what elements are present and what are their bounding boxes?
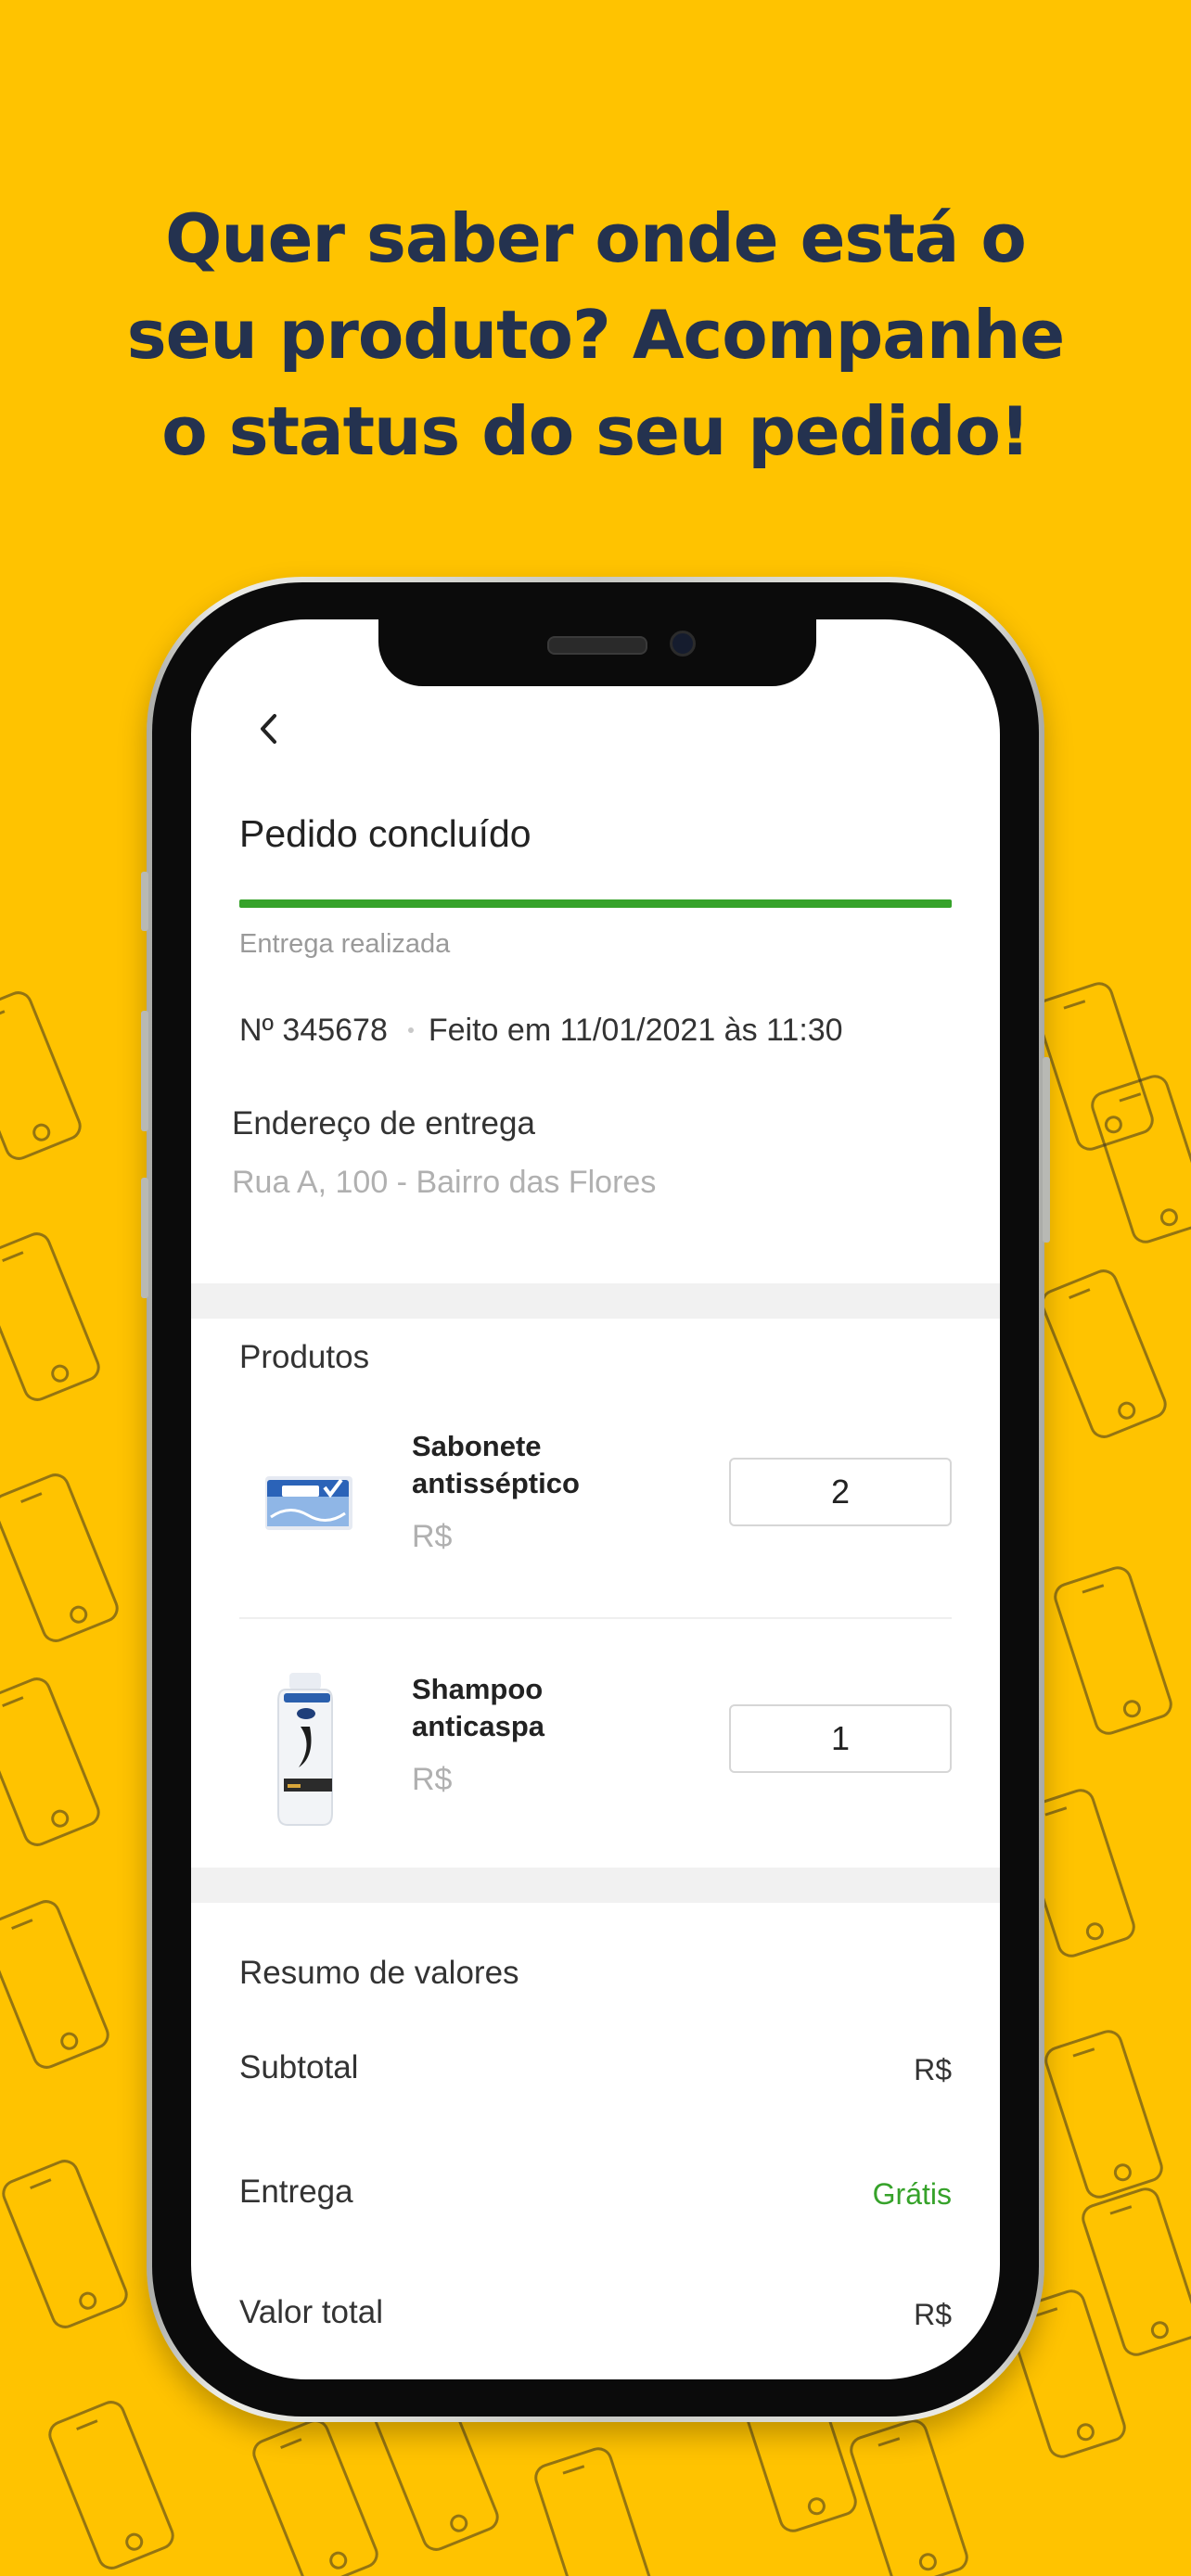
phone-outline-icon xyxy=(0,991,82,1160)
total-label: Valor total xyxy=(239,2294,383,2330)
subtotal-value: R$ xyxy=(914,2053,952,2086)
front-camera xyxy=(670,631,696,657)
volume-down-button xyxy=(141,1178,148,1298)
soap-bar-image xyxy=(239,1428,378,1586)
chevron-left-icon[interactable] xyxy=(252,710,289,747)
page-title: Pedido concluído xyxy=(239,812,531,855)
phone-outline-icon xyxy=(534,2447,653,2576)
product-name-line-1: Sabonete xyxy=(412,1430,542,1462)
phone-outline-icon xyxy=(1091,1075,1191,1243)
speaker-grille xyxy=(547,636,647,655)
delivery-address-label: Endereço de entrega xyxy=(232,1105,535,1141)
delivery-value: Grátis xyxy=(872,2177,952,2211)
phone-outline-icon xyxy=(1041,1269,1167,1438)
product-divider xyxy=(239,1617,952,1619)
headline-line-3: o status do seu pedido! xyxy=(161,392,1031,470)
phone-outline-icon xyxy=(2,2160,128,2328)
headline-line-1: Quer saber onde está o xyxy=(165,199,1027,277)
order-number: Nº 345678 xyxy=(239,1013,388,1048)
separator-dot xyxy=(407,1027,414,1034)
phone-outline-icon xyxy=(0,1232,100,1401)
product-name: Shampoo anticaspa xyxy=(412,1671,544,1745)
product-item: Sabonete antisséptico R$ 2 xyxy=(239,1428,952,1604)
phone-outline-icon xyxy=(0,1677,100,1846)
order-progress-bar xyxy=(239,899,952,908)
product-price: R$ xyxy=(412,1762,453,1797)
order-info: Nº 345678 Feito em 11/01/2021 às 11:30 xyxy=(239,1013,843,1049)
products-title: Produtos xyxy=(239,1339,370,1375)
product-name-line-2: anticaspa xyxy=(412,1710,545,1742)
phone-outline-icon xyxy=(0,1473,119,1642)
section-divider xyxy=(191,1868,1000,1903)
headline-line-2: seu produto? Acompanhe xyxy=(126,296,1065,374)
promo-headline: Quer saber onde está o seu produto? Acom… xyxy=(56,190,1135,479)
subtotal-label: Subtotal xyxy=(239,2049,359,2085)
phone-outline-icon xyxy=(48,2401,174,2570)
section-divider xyxy=(191,1283,1000,1319)
phone-outline-icon xyxy=(1035,982,1154,1151)
product-price: R$ xyxy=(412,1519,453,1554)
product-name-line-1: Shampoo xyxy=(412,1673,544,1705)
phone-outline-icon xyxy=(0,1900,109,2069)
delivery-label: Entrega xyxy=(239,2174,353,2210)
phone-outline-icon xyxy=(1082,2187,1191,2356)
volume-up-button xyxy=(141,1011,148,1131)
mute-switch xyxy=(141,872,148,931)
product-item: Shampoo anticaspa R$ 1 xyxy=(239,1671,952,1847)
order-status: Entrega realizada xyxy=(239,929,451,959)
product-name-line-2: antisséptico xyxy=(412,1467,580,1499)
phone-outline-icon xyxy=(1044,2030,1163,2199)
delivery-address-value: Rua A, 100 - Bairro das Flores xyxy=(232,1165,657,1200)
phone-outline-icon xyxy=(850,2419,968,2576)
quantity-field[interactable]: 2 xyxy=(729,1458,952,1526)
product-name: Sabonete antisséptico xyxy=(412,1428,580,1502)
phone-outline-icon xyxy=(1054,1566,1172,1735)
order-date: Feito em 11/01/2021 às 11:30 xyxy=(428,1013,843,1048)
summary-title: Resumo de valores xyxy=(239,1955,519,1991)
phone-outline-icon xyxy=(252,2419,378,2576)
total-value: R$ xyxy=(914,2298,952,2331)
quantity-field[interactable]: 1 xyxy=(729,1704,952,1773)
shampoo-bottle-image xyxy=(239,1671,378,1829)
power-button xyxy=(1043,1057,1050,1243)
phone-screen: Pedido concluído Entrega realizada Nº 34… xyxy=(191,619,1000,2379)
